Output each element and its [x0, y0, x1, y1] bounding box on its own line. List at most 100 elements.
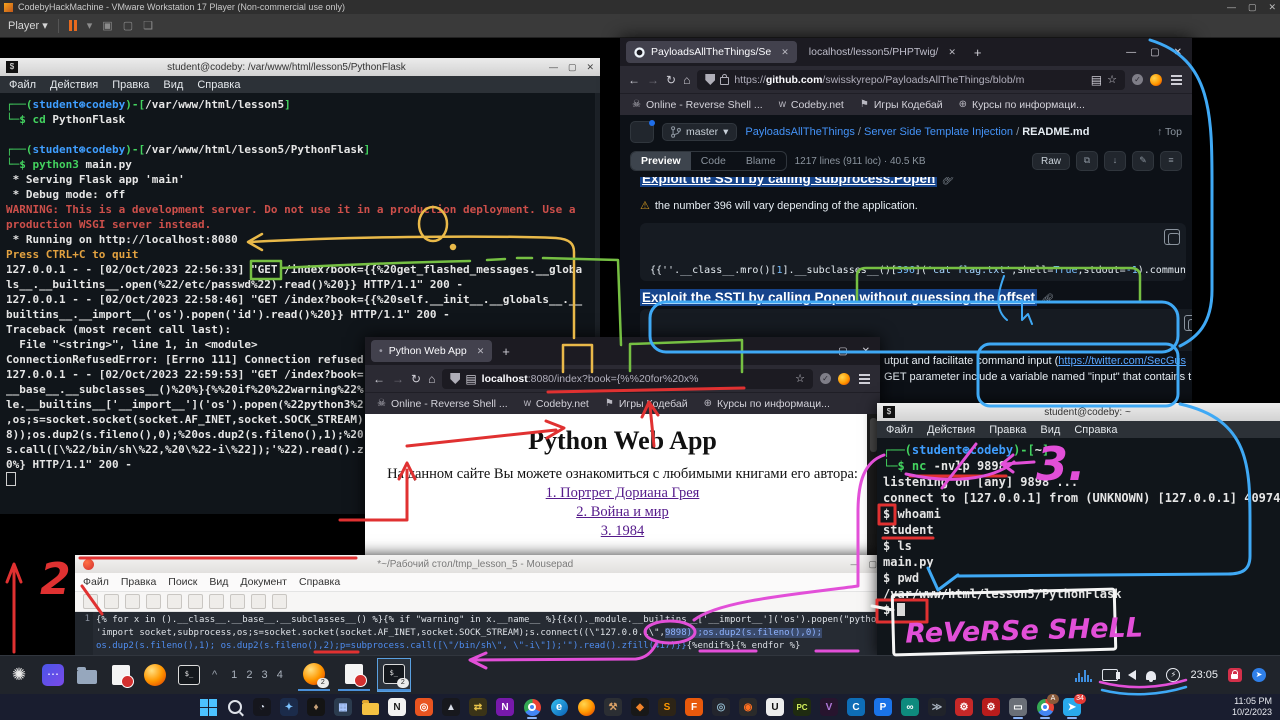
close-icon[interactable]: ✕	[1174, 47, 1182, 58]
vmware-minimize-button[interactable]: —	[1227, 2, 1236, 13]
taskbar-mousepad-running[interactable]	[338, 659, 370, 691]
bookmark-item[interactable]: ⚑ Игры Кодебай	[860, 99, 943, 111]
minimize-icon[interactable]: —	[814, 346, 824, 357]
tab-close-icon[interactable]: ✕	[781, 47, 789, 58]
branch-selector[interactable]: master▾	[662, 123, 737, 141]
vmware-maximize-button[interactable]: ▢	[1248, 2, 1257, 13]
book-link[interactable]: 3. 1984	[365, 523, 880, 540]
maximize-icon[interactable]: ▢	[838, 346, 847, 357]
vmware-close-button[interactable]: ✕	[1268, 2, 1276, 13]
taskbar-icon-visual-studio[interactable]: V	[818, 696, 840, 718]
taskbar-icon-wings[interactable]: ≫	[926, 696, 948, 718]
taskbar-icon-notion[interactable]: N	[386, 696, 408, 718]
menu-item[interactable]: Правка	[121, 576, 156, 588]
taskbar-icon-toolbox[interactable]: ⚒	[602, 696, 624, 718]
bookmark-item[interactable]: w Codeby.net	[779, 99, 844, 111]
tab-python-web-app[interactable]: • Python Web App ✕	[371, 340, 492, 362]
taskbar-icon-speedtest[interactable]: ◔	[251, 696, 273, 718]
home-icon[interactable]: ⌂	[428, 372, 435, 386]
forward-icon[interactable]: →	[392, 372, 404, 386]
volume-icon[interactable]	[1128, 670, 1136, 680]
menu-icon[interactable]	[859, 378, 870, 380]
bookmark-star-icon[interactable]: ☆	[1107, 73, 1117, 86]
tracking-shield-icon[interactable]	[705, 74, 715, 85]
breadcrumb-repo-link[interactable]: PayloadsAllTheThings	[745, 126, 854, 138]
power-icon[interactable]: ⚡︎	[1166, 668, 1180, 682]
taskbar-icon-store[interactable]: ✦	[278, 696, 300, 718]
firefox-launcher[interactable]	[142, 662, 168, 688]
bookmark-item[interactable]: w Codeby.net	[524, 398, 589, 410]
taskbar-icon-carrot[interactable]: ◆	[629, 696, 651, 718]
taskbar-icon-blender[interactable]: ◉	[737, 696, 759, 718]
back-icon[interactable]: ←	[373, 372, 385, 386]
menu-item[interactable]: Поиск	[168, 576, 197, 588]
taskbar-icon-gear-red-2[interactable]: ⚙	[980, 696, 1002, 718]
search-icon[interactable]	[272, 594, 287, 609]
mousepad-titlebar[interactable]: *~/Рабочий стол/tmp_lesson_5 - Mousepad …	[75, 555, 885, 573]
notifications-icon[interactable]	[1146, 671, 1156, 680]
tab-code[interactable]: Code	[691, 152, 736, 170]
firefox-account-icon[interactable]	[1150, 74, 1162, 86]
taskbar-icon-explorer[interactable]	[359, 696, 381, 718]
minimize-icon[interactable]: —	[1126, 47, 1136, 58]
fullscreen-icon[interactable]: ▢	[123, 19, 133, 32]
taskbar-icon-ubuntu[interactable]: ◎	[413, 696, 435, 718]
redo-icon[interactable]	[188, 594, 203, 609]
menu-item[interactable]: Файл	[83, 576, 109, 588]
taskbar-icon-unreal[interactable]: U	[764, 696, 786, 718]
new-tab-button[interactable]: +	[496, 344, 516, 359]
tray-app-icon[interactable]: ➤	[1252, 668, 1266, 682]
firefox-account-icon[interactable]	[838, 373, 850, 385]
taskbar-icon-onenote[interactable]: N	[494, 696, 516, 718]
taskbar-icon-claw[interactable]: ♦	[305, 696, 327, 718]
menu-item[interactable]: Справка	[299, 576, 340, 588]
minimize-icon[interactable]: —	[850, 559, 859, 570]
terminal-launcher[interactable]: $_	[176, 662, 202, 688]
taskbar-icon-chrome-profile[interactable]: A	[1034, 696, 1056, 718]
reload-icon[interactable]: ↻	[411, 372, 421, 386]
tab-close-icon[interactable]: ✕	[477, 346, 485, 357]
copy-code-icon[interactable]	[1164, 229, 1180, 245]
tracking-shield-icon[interactable]	[450, 373, 460, 384]
menu-item[interactable]: Действия	[50, 79, 98, 91]
menu-item[interactable]: Вид	[209, 576, 228, 588]
pause-icon[interactable]	[69, 20, 77, 31]
back-to-top-link[interactable]: ↑ Top	[1157, 126, 1182, 138]
taskbar-icon-start[interactable]	[197, 696, 219, 718]
home-icon[interactable]: ⌂	[683, 73, 690, 87]
forward-icon[interactable]: →	[647, 73, 659, 87]
maximize-icon[interactable]: ▢	[568, 62, 577, 73]
bookmark-item[interactable]: ⊕ Курсы по информаци...	[959, 99, 1085, 111]
maximize-icon[interactable]: ▢	[868, 559, 877, 570]
taskbar-icon-firefox[interactable]	[575, 696, 597, 718]
close-icon[interactable]: ✕	[586, 62, 594, 73]
save-icon[interactable]	[125, 594, 140, 609]
taskbar-icon-edge[interactable]: e	[548, 696, 570, 718]
pocket-icon[interactable]: ✓	[820, 373, 831, 384]
menu-item[interactable]: Документ	[240, 576, 287, 588]
terminal-flask-titlebar[interactable]: $ student@codeby: /var/www/html/lesson5/…	[0, 58, 600, 76]
send-cad-icon[interactable]: ▣	[102, 19, 112, 32]
maximize-icon[interactable]: ▢	[1150, 47, 1159, 58]
pocket-icon[interactable]: ✓	[1132, 74, 1143, 85]
vm-clock[interactable]: 23:05	[1190, 669, 1218, 681]
sidebar-toggle-button[interactable]	[630, 121, 654, 143]
menu-item[interactable]: Вид	[163, 79, 183, 91]
menu-item[interactable]: Справка	[197, 79, 240, 91]
copy-icon[interactable]	[230, 594, 245, 609]
outline-icon[interactable]: ≡	[1160, 151, 1182, 171]
menu-item[interactable]: Действия	[927, 424, 975, 436]
taskbar-icon-loop[interactable]: ∞	[899, 696, 921, 718]
windows-clock[interactable]: 11:05 PM 10/2/2023	[1232, 696, 1272, 718]
breadcrumb-folder-link[interactable]: Server Side Template Injection	[864, 126, 1013, 138]
paste-icon[interactable]	[251, 594, 266, 609]
editor-text[interactable]: {% for x in ().__class__.__base__.__subc…	[93, 612, 885, 657]
copy-code-icon[interactable]	[1184, 315, 1192, 331]
tab-close-icon[interactable]: ✕	[948, 47, 956, 58]
taskbar-icon-maps-pin[interactable]: P	[872, 696, 894, 718]
mousepad-launcher[interactable]	[108, 662, 134, 688]
copy-raw-icon[interactable]: ⧉	[1076, 151, 1098, 171]
player-menu[interactable]: Player ▾	[8, 19, 48, 32]
new-file-icon[interactable]	[83, 594, 98, 609]
taskbar-icon-search[interactable]	[224, 696, 246, 718]
